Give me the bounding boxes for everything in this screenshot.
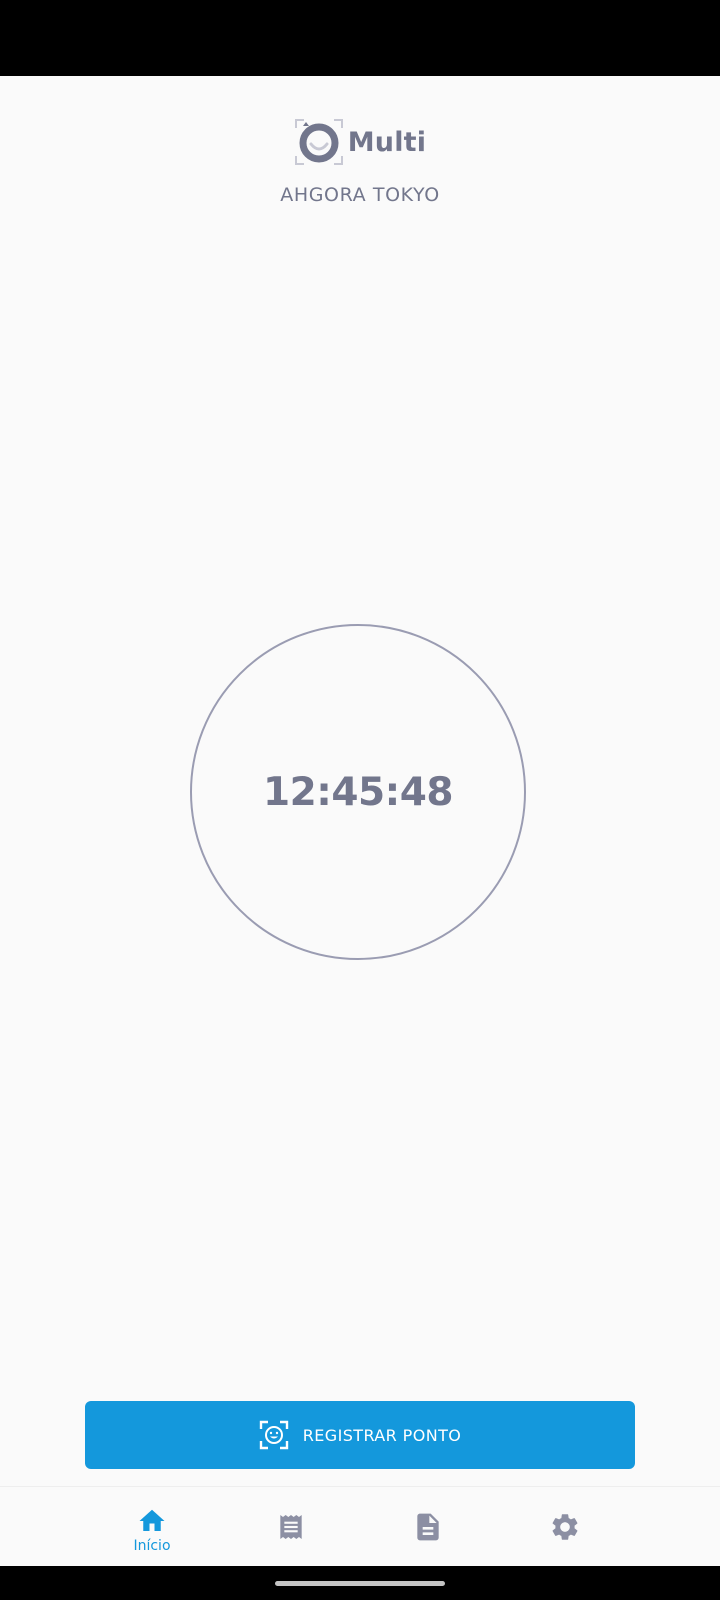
receipt-icon (280, 1515, 302, 1539)
logo-text: Multi (347, 126, 427, 158)
company-name: AHGORA TOKYO (280, 184, 440, 206)
clock-ring: 12:45:48 (190, 624, 526, 960)
document-icon (417, 1513, 439, 1541)
nav-item-settings[interactable] (497, 1487, 633, 1567)
nav-item-documents[interactable] (360, 1487, 496, 1567)
status-bar (0, 0, 720, 76)
home-icon (139, 1509, 165, 1531)
multi-logo-icon (294, 119, 343, 165)
clock-time: 12:45:48 (262, 769, 454, 815)
gear-icon (552, 1514, 578, 1540)
nav-item-inicio[interactable]: Início (84, 1487, 220, 1567)
register-ponto-label: REGISTRAR PONTO (302, 1425, 462, 1445)
face-scan-icon (259, 1420, 288, 1450)
register-ponto-button[interactable]: REGISTRAR PONTO (85, 1401, 635, 1469)
home-indicator[interactable] (275, 1581, 445, 1586)
nav-item-receipts[interactable] (223, 1487, 359, 1567)
nav-label-inicio: Início (133, 1538, 171, 1554)
app-logo: Multi (0, 116, 720, 168)
bottom-navigation: Início (0, 1486, 720, 1567)
